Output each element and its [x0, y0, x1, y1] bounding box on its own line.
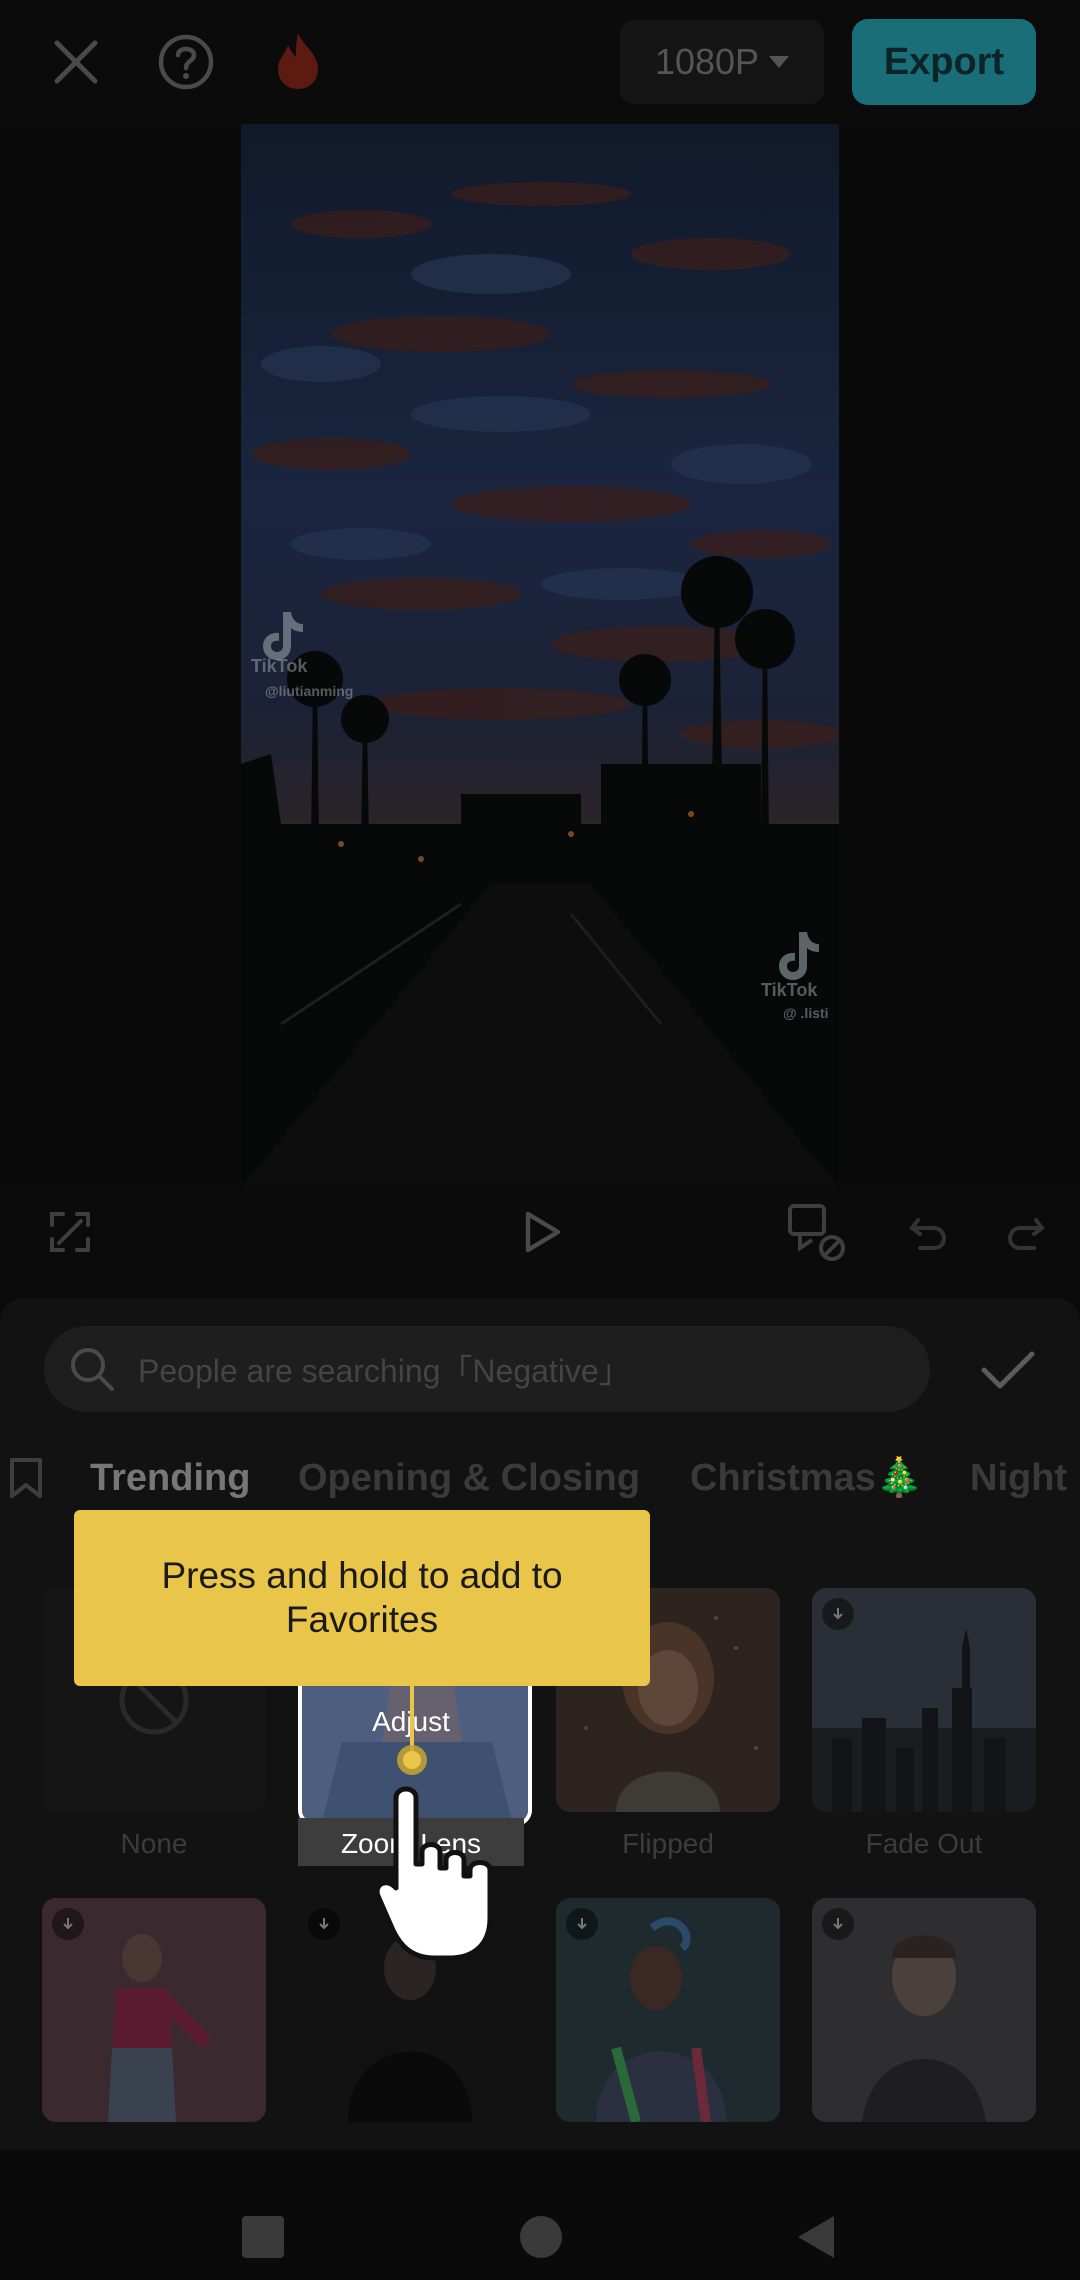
keyframe-off-icon[interactable]	[786, 1202, 846, 1262]
effect-label: Flipped	[622, 1828, 714, 1859]
tab-christmas[interactable]: Christmas🎄	[690, 1440, 923, 1516]
search-icon	[71, 1348, 114, 1391]
resolution-label: 1080P	[654, 41, 760, 82]
undo-icon[interactable]	[902, 1206, 954, 1258]
tab-trending[interactable]: Trending	[90, 1440, 250, 1516]
top-bar: 1080P Export	[0, 0, 1080, 125]
watermark-brand-top: TikTok	[251, 656, 308, 676]
effect-tile[interactable]	[812, 1898, 1036, 2122]
back-icon[interactable]	[796, 2214, 836, 2260]
fullscreen-icon[interactable]	[44, 1206, 96, 1258]
effect-tile[interactable]	[42, 1898, 266, 2122]
resolution-selector[interactable]: 1080P	[620, 20, 824, 104]
play-icon[interactable]	[516, 1206, 568, 1258]
check-icon[interactable]	[976, 1340, 1040, 1400]
tab-night[interactable]: Night	[970, 1440, 1067, 1516]
tooltip-pointer	[397, 1686, 427, 1775]
close-icon[interactable]	[44, 30, 108, 94]
watermark-user-top: @liutianming	[265, 683, 353, 699]
bookmark-icon[interactable]	[4, 1456, 48, 1500]
download-icon	[822, 1598, 854, 1630]
redo-icon[interactable]	[1000, 1206, 1052, 1258]
system-nav-bar	[0, 2150, 1080, 2280]
download-icon	[52, 1908, 84, 1940]
favorites-tooltip[interactable]: Press and hold to add to Favorites	[74, 1510, 650, 1686]
watermark-user-bottom: @ .listi	[783, 1005, 829, 1021]
category-tabs: Trending Opening & Closing Christmas🎄 Ni…	[0, 1440, 1080, 1520]
export-button[interactable]: Export	[852, 19, 1036, 105]
effect-label: Fade Out	[865, 1828, 983, 1859]
search-placeholder: People are searching「Negative」	[138, 1353, 631, 1389]
download-icon	[308, 1908, 340, 1940]
chevron-down-icon	[769, 56, 790, 68]
search-bar[interactable]: People are searching「Negative」	[44, 1326, 930, 1412]
effect-tile-fade-out[interactable]	[812, 1588, 1036, 1812]
preview-image: TikTok @liutianming TikTok @ .listi	[241, 124, 839, 1188]
tooltip-text: Press and hold to add to Favorites	[161, 1555, 563, 1640]
download-icon	[822, 1908, 854, 1940]
effect-tile[interactable]	[556, 1898, 780, 2122]
recents-icon[interactable]	[242, 2216, 284, 2258]
home-icon[interactable]	[520, 2216, 562, 2258]
tab-opening-closing[interactable]: Opening & Closing	[298, 1440, 640, 1516]
help-icon[interactable]	[154, 30, 218, 94]
download-icon	[566, 1908, 598, 1940]
watermark-brand-bottom: TikTok	[761, 980, 818, 1000]
hand-pointer-icon	[374, 1786, 493, 1961]
video-preview[interactable]: TikTok @liutianming TikTok @ .listi	[241, 124, 839, 1188]
playback-controls	[0, 1188, 1080, 1298]
effect-label: None	[120, 1828, 188, 1859]
flame-icon[interactable]	[266, 28, 330, 94]
